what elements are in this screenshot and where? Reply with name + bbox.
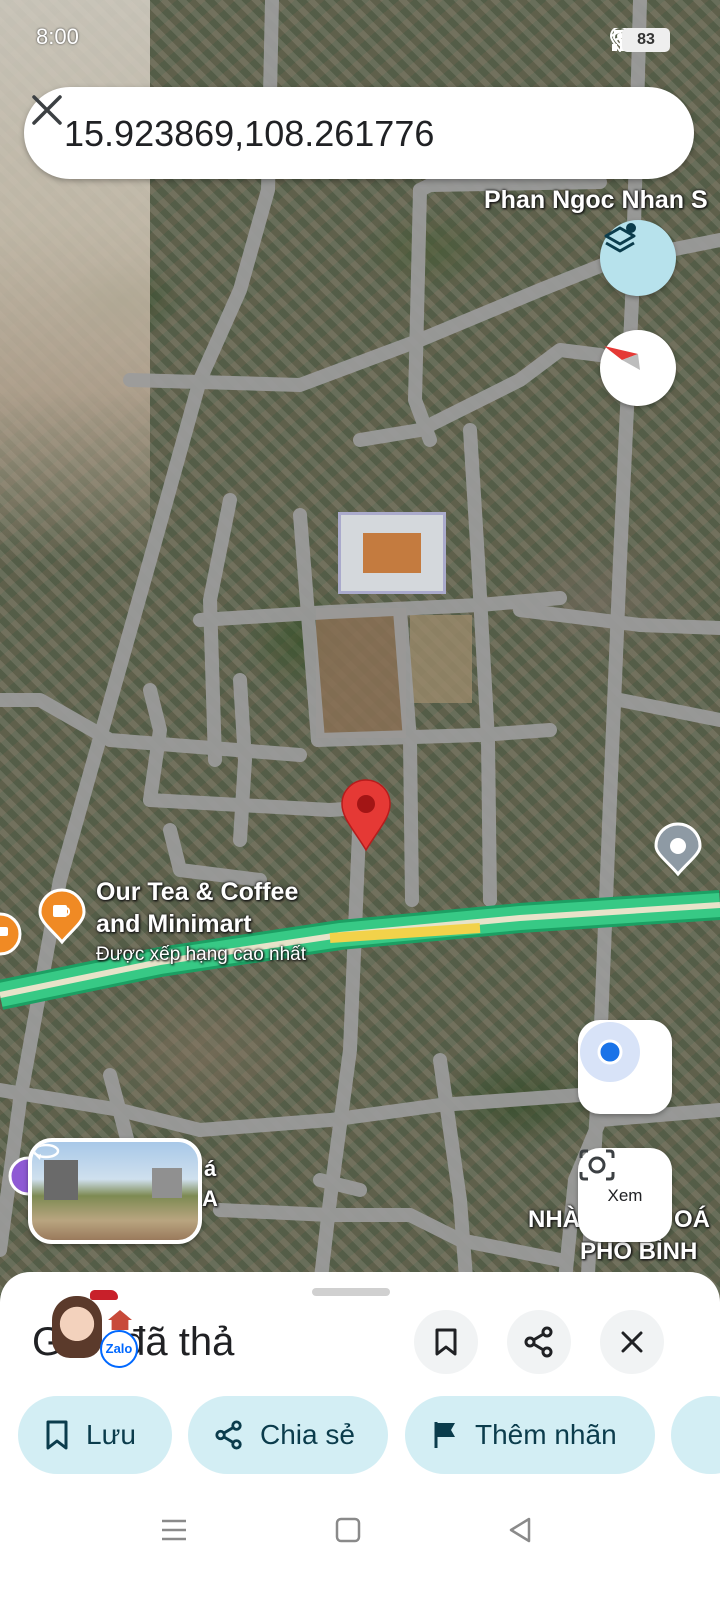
place-label: NHÀ	[528, 1206, 580, 1233]
home-button[interactable]	[328, 1510, 368, 1550]
system-navigation-bar	[0, 1490, 720, 1608]
road	[293, 508, 325, 747]
bookmark-icon	[46, 1420, 68, 1450]
close-icon	[621, 1331, 643, 1353]
road	[393, 603, 419, 907]
square-icon	[335, 1517, 361, 1543]
status-time: 8:00	[36, 24, 79, 49]
add-label-chip-label: Thêm nhãn	[475, 1419, 617, 1450]
share-chip-label: Chia sẻ	[260, 1419, 355, 1450]
menu-icon	[162, 1519, 186, 1541]
share-icon-button[interactable]	[507, 1310, 571, 1374]
flag-icon	[434, 1422, 455, 1448]
street-view-building	[44, 1160, 78, 1200]
close-sheet-button[interactable]	[600, 1310, 664, 1374]
search-bar[interactable]: 15.923869,108.261776	[24, 87, 694, 179]
lens-button[interactable]: Xem	[578, 1148, 672, 1242]
coffee-cup-icon	[0, 912, 22, 956]
more-chip[interactable]	[671, 1396, 720, 1474]
avatar[interactable]: Zalo	[52, 1290, 142, 1370]
poi-name[interactable]: Our Tea & Coffee	[96, 878, 298, 907]
lens-label: Xem	[607, 1186, 643, 1205]
road	[213, 1203, 567, 1267]
road	[408, 183, 437, 447]
street-view-building	[152, 1168, 182, 1198]
save-chip-label: Lưu	[86, 1419, 136, 1450]
recent-apps-button[interactable]	[154, 1510, 194, 1550]
road	[463, 423, 497, 907]
road	[613, 693, 720, 727]
share-chip[interactable]: Chia sẻ	[188, 1396, 388, 1474]
car-sticker-icon	[90, 1290, 118, 1300]
poi-subtitle: Được xếp hạng cao nhất	[96, 944, 307, 965]
my-location-icon	[580, 1022, 640, 1082]
my-location-button[interactable]	[578, 1020, 672, 1114]
bookmark-icon	[435, 1328, 457, 1356]
house-sticker-icon	[108, 1310, 132, 1330]
save-chip[interactable]: Lưu	[18, 1396, 172, 1474]
road	[313, 1173, 367, 1197]
action-chips: Lưu Chia sẻ Thêm nhãn	[0, 1396, 720, 1474]
road	[308, 801, 367, 1330]
road	[193, 1088, 587, 1137]
battery-icon: 83	[622, 28, 670, 52]
road	[143, 793, 367, 817]
rotate-360-icon	[32, 1143, 60, 1160]
drag-handle[interactable]	[312, 1288, 390, 1296]
avatar-photo	[52, 1296, 102, 1358]
place-marker-icon	[654, 822, 702, 877]
road	[353, 343, 607, 447]
road	[193, 591, 567, 627]
share-icon	[524, 1326, 553, 1358]
save-icon-button[interactable]	[414, 1310, 478, 1374]
road	[203, 493, 237, 767]
lens-icon	[579, 1149, 615, 1181]
layers-button[interactable]	[600, 220, 676, 296]
back-button[interactable]	[500, 1510, 540, 1550]
place-label: A	[202, 1186, 218, 1211]
road	[311, 723, 557, 747]
compass-button[interactable]	[600, 330, 676, 406]
layers-icon	[604, 223, 636, 253]
place-label: OÁ	[674, 1206, 710, 1233]
place-label: á	[204, 1156, 217, 1181]
share-icon	[215, 1420, 242, 1450]
add-label-chip[interactable]: Thêm nhãn	[405, 1396, 655, 1474]
map-pin-icon	[341, 779, 391, 852]
street-view-thumbnail[interactable]	[28, 1138, 202, 1244]
zalo-badge: Zalo	[100, 1330, 138, 1368]
back-triangle-icon	[509, 1517, 531, 1543]
road	[143, 683, 167, 807]
poi-name[interactable]: and Minimart	[96, 910, 252, 939]
compass-icon	[604, 346, 640, 370]
place-label: PHỐ BÌNH	[580, 1238, 698, 1265]
search-input[interactable]: 15.923869,108.261776	[64, 113, 434, 155]
close-icon[interactable]	[24, 87, 70, 133]
street-label: Phan Ngoc Nhan S	[484, 186, 708, 214]
road	[0, 1083, 207, 1137]
satellite-map[interactable]: Phan Ngoc Nhan S Our Tea & Coffee and Mi…	[0, 0, 720, 1330]
road	[233, 673, 252, 847]
